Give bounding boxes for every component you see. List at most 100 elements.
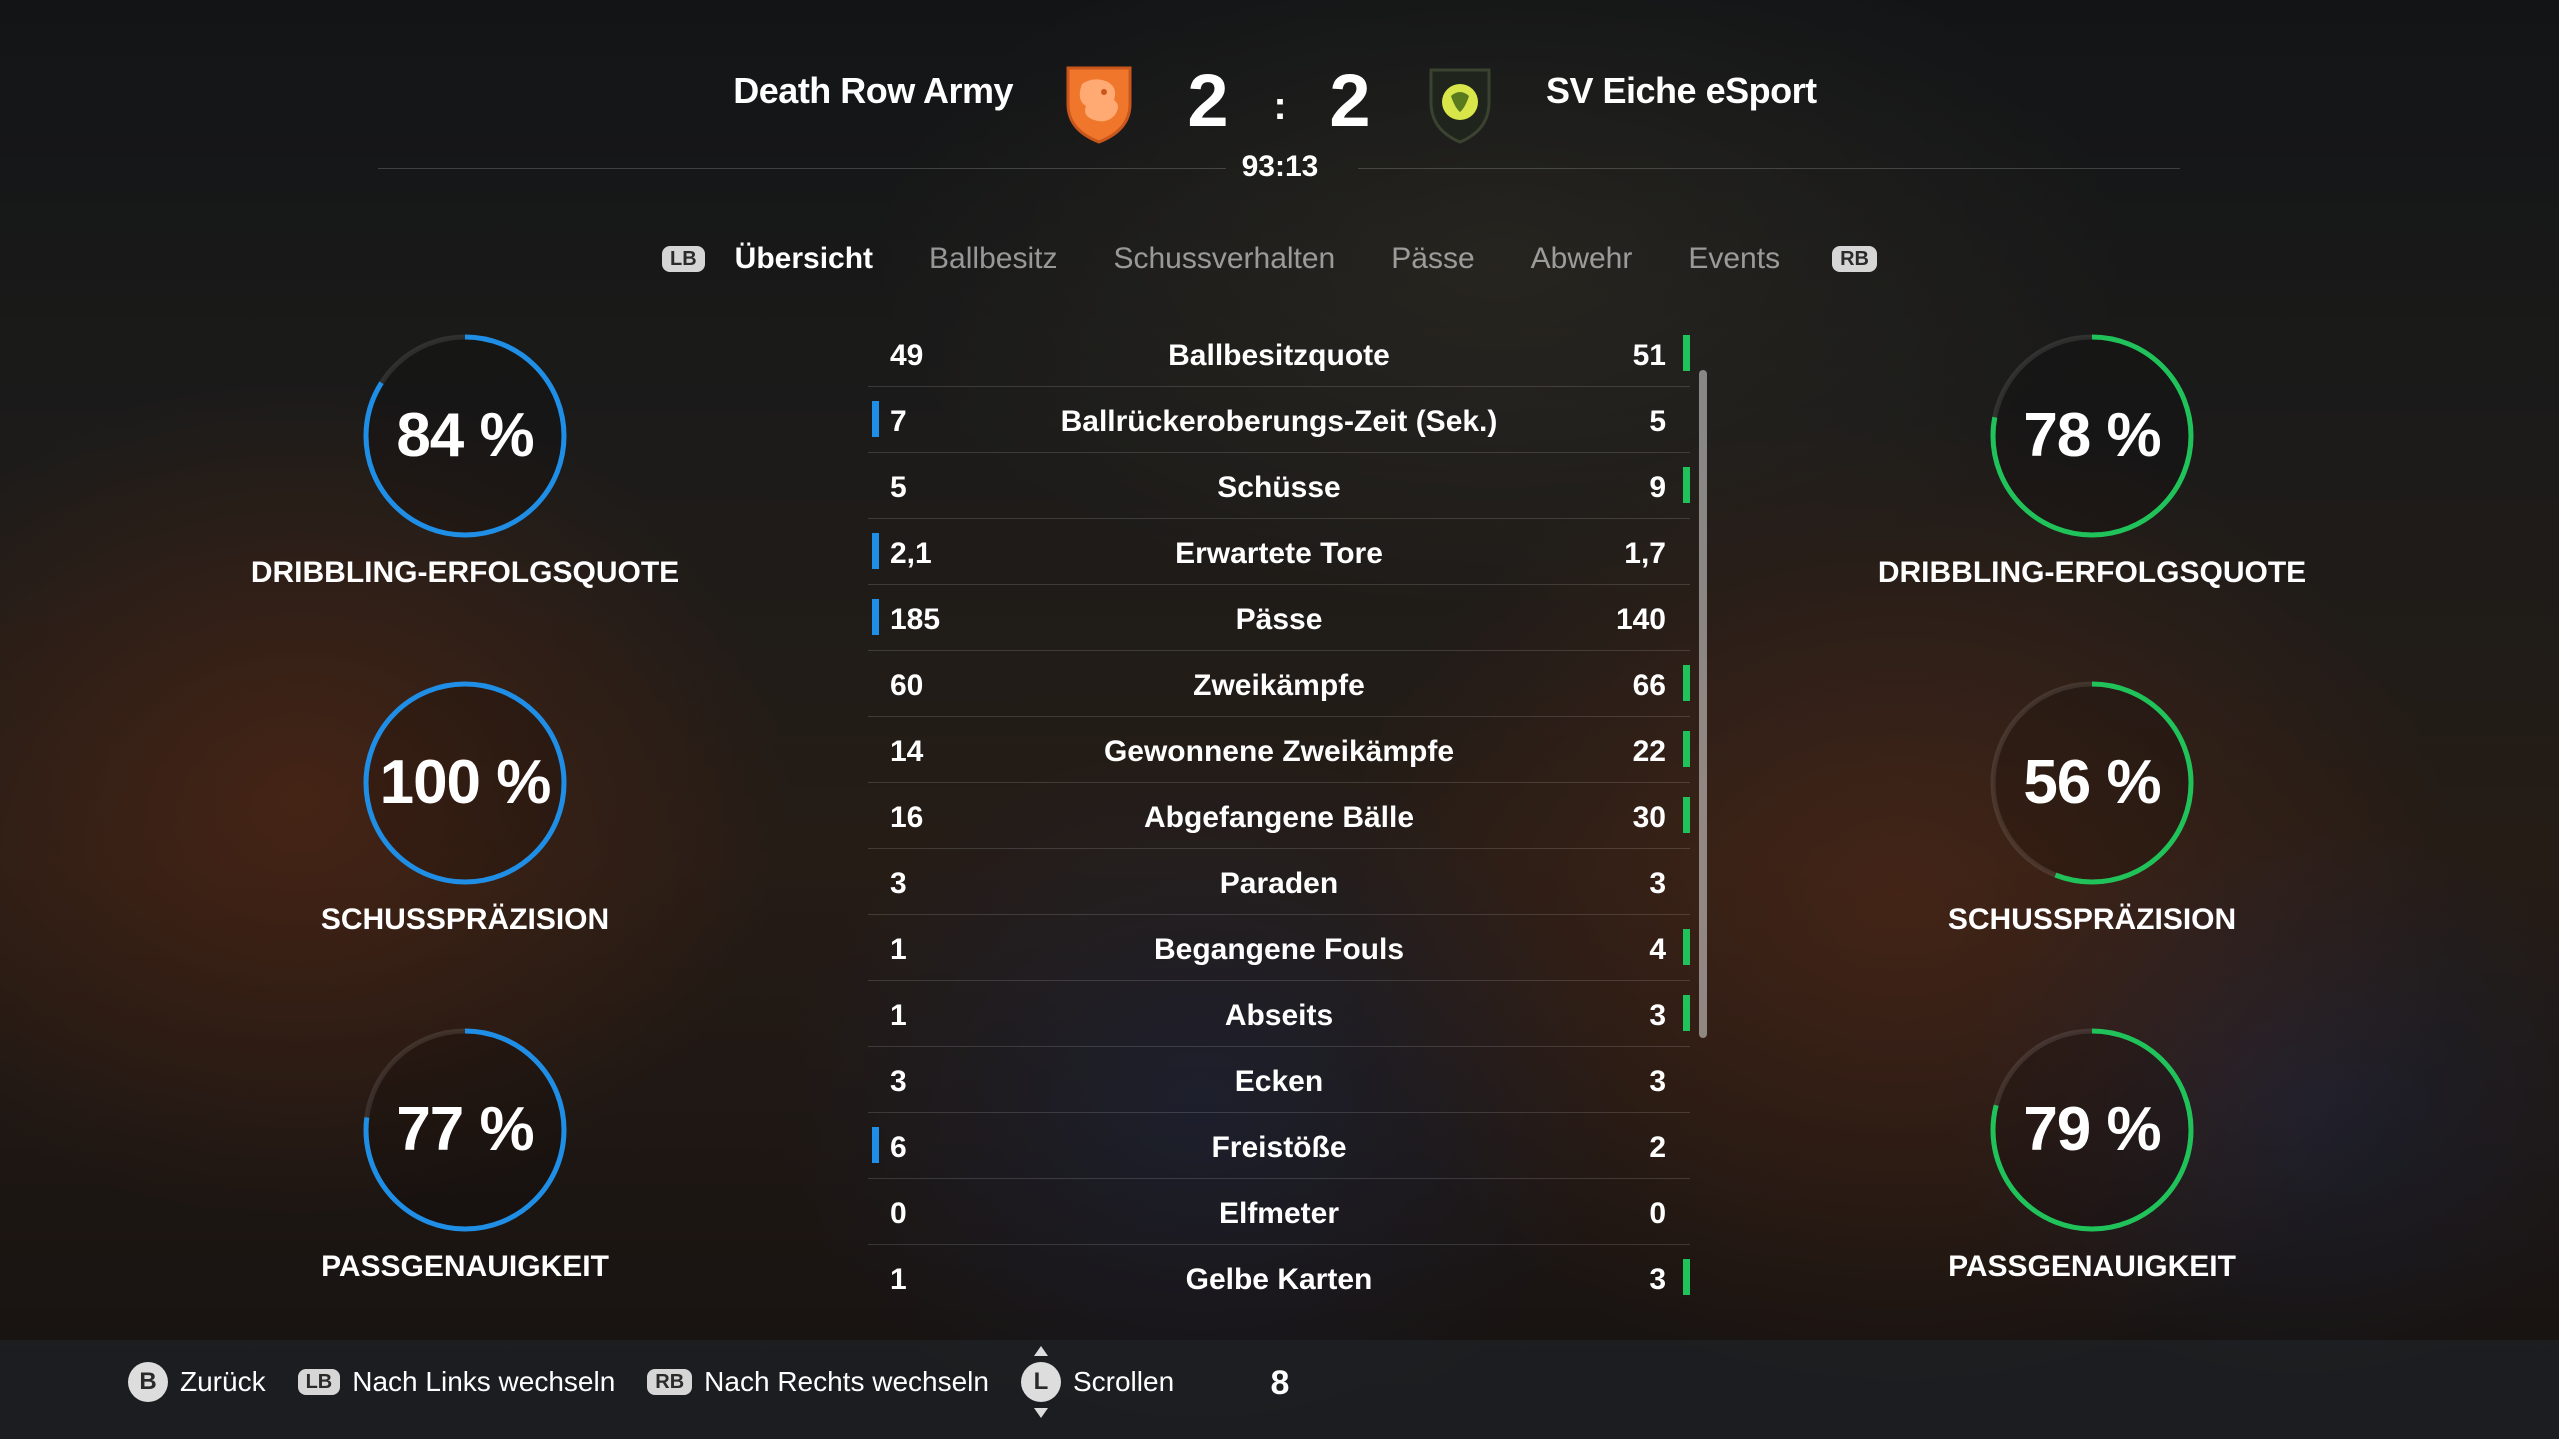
away-leader-bar bbox=[1683, 665, 1690, 701]
tab-abwehr[interactable]: Abwehr bbox=[1531, 242, 1633, 276]
away-shot-precision-value: 56 % bbox=[2023, 748, 2161, 817]
oak-shield-crest-icon bbox=[1429, 68, 1491, 144]
back-hint[interactable]: B Zurück bbox=[128, 1362, 266, 1402]
away-stat-value: 22 bbox=[1632, 735, 1666, 768]
table-row: 16 Abgefangene Bälle 30 bbox=[868, 783, 1690, 849]
table-row: 185 Pässe 140 bbox=[868, 585, 1690, 651]
away-pass-accuracy-value: 79 % bbox=[2023, 1095, 2161, 1164]
home-dribbling-value: 84 % bbox=[396, 401, 534, 470]
home-shot-precision-label: SCHUSSPRÄZISION bbox=[320, 903, 610, 936]
tab-paesse[interactable]: Pässe bbox=[1391, 242, 1474, 276]
tab-events[interactable]: Events bbox=[1688, 242, 1780, 276]
away-leader-bar bbox=[1683, 929, 1690, 965]
stat-label: Paraden bbox=[1219, 867, 1339, 900]
away-stat-value: 3 bbox=[1649, 867, 1666, 900]
scroll-hint[interactable]: L Scrollen bbox=[1020, 1346, 1175, 1418]
switch-left-label: Nach Links wechseln bbox=[352, 1366, 616, 1397]
rb-button-icon[interactable]: RB bbox=[1832, 246, 1877, 272]
away-stat-value: 51 bbox=[1632, 339, 1666, 372]
page-number: 8 bbox=[1270, 1364, 1290, 1402]
home-score: 2 bbox=[1187, 59, 1229, 142]
stat-label: Pässe bbox=[1235, 603, 1323, 636]
stat-label: Gelbe Karten bbox=[1185, 1263, 1373, 1296]
header-divider-right bbox=[1358, 168, 2180, 169]
away-stat-value: 30 bbox=[1632, 801, 1666, 834]
away-stat-value: 3 bbox=[1649, 999, 1666, 1032]
table-row: 2,1 Erwartete Tore 1,7 bbox=[868, 519, 1690, 585]
stat-label: Erwartete Tore bbox=[1175, 537, 1383, 570]
table-row: 7 Ballrückeroberungs-Zeit (Sek.) 5 bbox=[868, 387, 1690, 453]
away-stat-value: 140 bbox=[1615, 603, 1666, 636]
rb-button-icon: RB bbox=[647, 1369, 693, 1395]
stat-label: Begangene Fouls bbox=[1153, 933, 1405, 966]
match-clock: 93:13 bbox=[1241, 150, 1319, 183]
table-row: 0 Elfmeter 0 bbox=[868, 1179, 1690, 1245]
away-stat-value: 1,7 bbox=[1624, 537, 1666, 570]
stats-table[interactable]: 49 Ballbesitzquote 51 7 Ballrückeroberungs-… bbox=[868, 321, 1690, 1310]
header-divider-left bbox=[378, 168, 1226, 169]
lion-crest-icon bbox=[1066, 66, 1132, 144]
switch-right-hint[interactable]: RB Nach Rechts wechseln bbox=[647, 1366, 989, 1398]
home-pass-accuracy-label: PASSGENAUIGKEIT bbox=[321, 1250, 609, 1283]
away-stat-value: 66 bbox=[1632, 669, 1666, 702]
stat-label: Abgefangene Bälle bbox=[1143, 801, 1415, 834]
table-row: 5 Schüsse 9 bbox=[868, 453, 1690, 519]
table-row: 1 Abseits 3 bbox=[868, 981, 1690, 1047]
tab-schussverhalten[interactable]: Schussverhalten bbox=[1113, 242, 1335, 276]
lb-button-icon[interactable]: LB bbox=[662, 246, 705, 272]
home-dribbling-label: DRIBBLING-ERFOLGSQUOTE bbox=[250, 556, 680, 589]
table-row: 60 Zweikämpfe 66 bbox=[868, 651, 1690, 717]
lb-button-icon: LB bbox=[297, 1369, 341, 1395]
stats-scrollbar[interactable] bbox=[1699, 370, 1707, 1038]
away-stat-value: 2 bbox=[1649, 1131, 1666, 1164]
b-button-icon: B bbox=[128, 1362, 168, 1402]
stat-label: Elfmeter bbox=[1218, 1197, 1340, 1230]
away-stat-value: 0 bbox=[1649, 1197, 1666, 1230]
stat-label: Zweikämpfe bbox=[1193, 669, 1365, 702]
home-pass-accuracy-value: 77 % bbox=[396, 1095, 534, 1164]
table-row: 3 Paraden 3 bbox=[868, 849, 1690, 915]
table-row: 14 Gewonnene Zweikämpfe 22 bbox=[868, 717, 1690, 783]
table-row: 1 Begangene Fouls 4 bbox=[868, 915, 1690, 981]
away-leader-bar bbox=[1683, 335, 1690, 371]
away-shot-precision-label: SCHUSSPRÄZISION bbox=[1947, 903, 2237, 936]
away-team-name: SV Eiche eSport bbox=[1546, 70, 1817, 111]
table-row: 49 Ballbesitzquote 51 bbox=[868, 321, 1690, 387]
away-leader-bar bbox=[1683, 731, 1690, 767]
stat-label: Freistöße bbox=[1211, 1131, 1347, 1164]
table-row: 1 Gelbe Karten 3 bbox=[868, 1245, 1690, 1310]
away-stat-value: 3 bbox=[1649, 1065, 1666, 1098]
away-stat-value: 9 bbox=[1649, 471, 1666, 504]
stat-label: Ecken bbox=[1234, 1065, 1324, 1098]
home-shot-precision-value: 100 % bbox=[379, 748, 552, 817]
score-separator: : bbox=[1273, 84, 1287, 128]
away-leader-bar bbox=[1683, 1259, 1690, 1295]
away-dribbling-label: DRIBBLING-ERFOLGSQUOTE bbox=[1877, 556, 2307, 589]
table-row: 3 Ecken 3 bbox=[868, 1047, 1690, 1113]
away-stat-value: 3 bbox=[1649, 1263, 1666, 1296]
stat-label: Schüsse bbox=[1217, 471, 1341, 504]
switch-right-label: Nach Rechts wechseln bbox=[704, 1366, 989, 1397]
away-pass-accuracy-label: PASSGENAUIGKEIT bbox=[1948, 1250, 2236, 1283]
stat-label: Ballbesitzquote bbox=[1168, 339, 1390, 372]
away-stat-value: 5 bbox=[1649, 405, 1666, 438]
stat-label: Gewonnene Zweikämpfe bbox=[1103, 735, 1455, 768]
away-leader-bar bbox=[1683, 995, 1690, 1031]
away-score: 2 bbox=[1329, 59, 1371, 142]
left-stick-icon: L bbox=[1020, 1346, 1061, 1418]
stat-label: Abseits bbox=[1224, 999, 1334, 1032]
away-leader-bar bbox=[1683, 467, 1690, 503]
scroll-label: Scrollen bbox=[1072, 1366, 1175, 1397]
tab-ballbesitz[interactable]: Ballbesitz bbox=[929, 242, 1057, 276]
back-label: Zurück bbox=[180, 1366, 266, 1397]
away-dribbling-value: 78 % bbox=[2023, 401, 2161, 470]
tab-uebersicht[interactable]: Übersicht bbox=[735, 242, 873, 276]
away-leader-bar bbox=[1683, 797, 1690, 833]
away-stat-value: 4 bbox=[1649, 933, 1666, 966]
home-team-name: Death Row Army bbox=[733, 70, 1013, 111]
table-row: 6 Freistöße 2 bbox=[868, 1113, 1690, 1179]
switch-left-hint[interactable]: LB Nach Links wechseln bbox=[297, 1366, 616, 1398]
stat-label: Ballrückeroberungs-Zeit (Sek.) bbox=[1060, 405, 1498, 438]
controller-hints: B Zurück LB Nach Links wechseln RB Nach … bbox=[128, 1346, 1206, 1418]
stats-tab-bar: LB Übersicht Ballbesitz Schussverhalten … bbox=[662, 242, 1907, 276]
